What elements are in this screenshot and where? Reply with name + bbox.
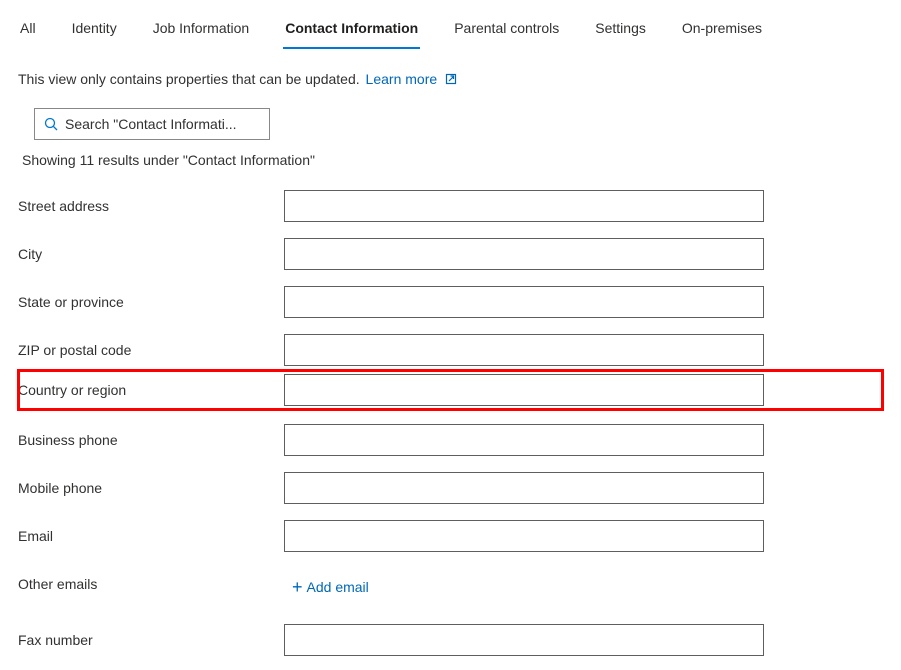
row-city: City: [18, 234, 883, 274]
label-street-address: Street address: [18, 198, 284, 214]
row-fax: Fax number: [18, 620, 883, 660]
input-city[interactable]: [284, 238, 764, 270]
row-business-phone: Business phone: [18, 420, 883, 460]
plus-icon: +: [292, 578, 303, 596]
label-city: City: [18, 246, 284, 262]
label-email: Email: [18, 528, 284, 544]
input-country[interactable]: [284, 374, 764, 406]
row-state: State or province: [18, 282, 883, 322]
input-mobile-phone[interactable]: [284, 472, 764, 504]
tab-settings[interactable]: Settings: [593, 10, 648, 48]
row-email: Email: [18, 516, 883, 556]
label-fax: Fax number: [18, 632, 284, 648]
add-email-button[interactable]: + Add email: [292, 578, 369, 596]
tab-parental-controls[interactable]: Parental controls: [452, 10, 561, 48]
input-street-address[interactable]: [284, 190, 764, 222]
input-business-phone[interactable]: [284, 424, 764, 456]
label-mobile-phone: Mobile phone: [18, 480, 284, 496]
search-icon: [43, 116, 59, 132]
row-zip: ZIP or postal code: [18, 330, 883, 370]
input-state[interactable]: [284, 286, 764, 318]
input-zip[interactable]: [284, 334, 764, 366]
tab-identity[interactable]: Identity: [70, 10, 119, 48]
tab-contact-information[interactable]: Contact Information: [283, 10, 420, 48]
learn-more-label: Learn more: [366, 71, 438, 87]
input-fax[interactable]: [284, 624, 764, 656]
label-country: Country or region: [18, 382, 284, 398]
info-text: This view only contains properties that …: [18, 71, 360, 87]
input-email[interactable]: [284, 520, 764, 552]
tab-job-information[interactable]: Job Information: [151, 10, 252, 48]
row-other-emails: Other emails + Add email: [18, 564, 883, 604]
external-link-icon: [445, 72, 457, 88]
add-email-label: Add email: [307, 579, 369, 595]
label-state: State or province: [18, 294, 284, 310]
label-other-emails: Other emails: [18, 576, 284, 592]
tab-all[interactable]: All: [18, 10, 38, 48]
label-zip: ZIP or postal code: [18, 342, 284, 358]
row-street-address: Street address: [18, 186, 883, 226]
results-count: Showing 11 results under "Contact Inform…: [22, 152, 883, 168]
info-line: This view only contains properties that …: [18, 71, 883, 88]
row-mobile-phone: Mobile phone: [18, 468, 883, 508]
tab-bar: All Identity Job Information Contact Inf…: [18, 10, 883, 49]
search-input[interactable]: [65, 116, 261, 132]
learn-more-link[interactable]: Learn more: [366, 71, 457, 87]
search-box[interactable]: [34, 108, 270, 140]
tab-on-premises[interactable]: On-premises: [680, 10, 764, 48]
label-business-phone: Business phone: [18, 432, 284, 448]
row-country-highlighted: Country or region: [18, 370, 883, 410]
